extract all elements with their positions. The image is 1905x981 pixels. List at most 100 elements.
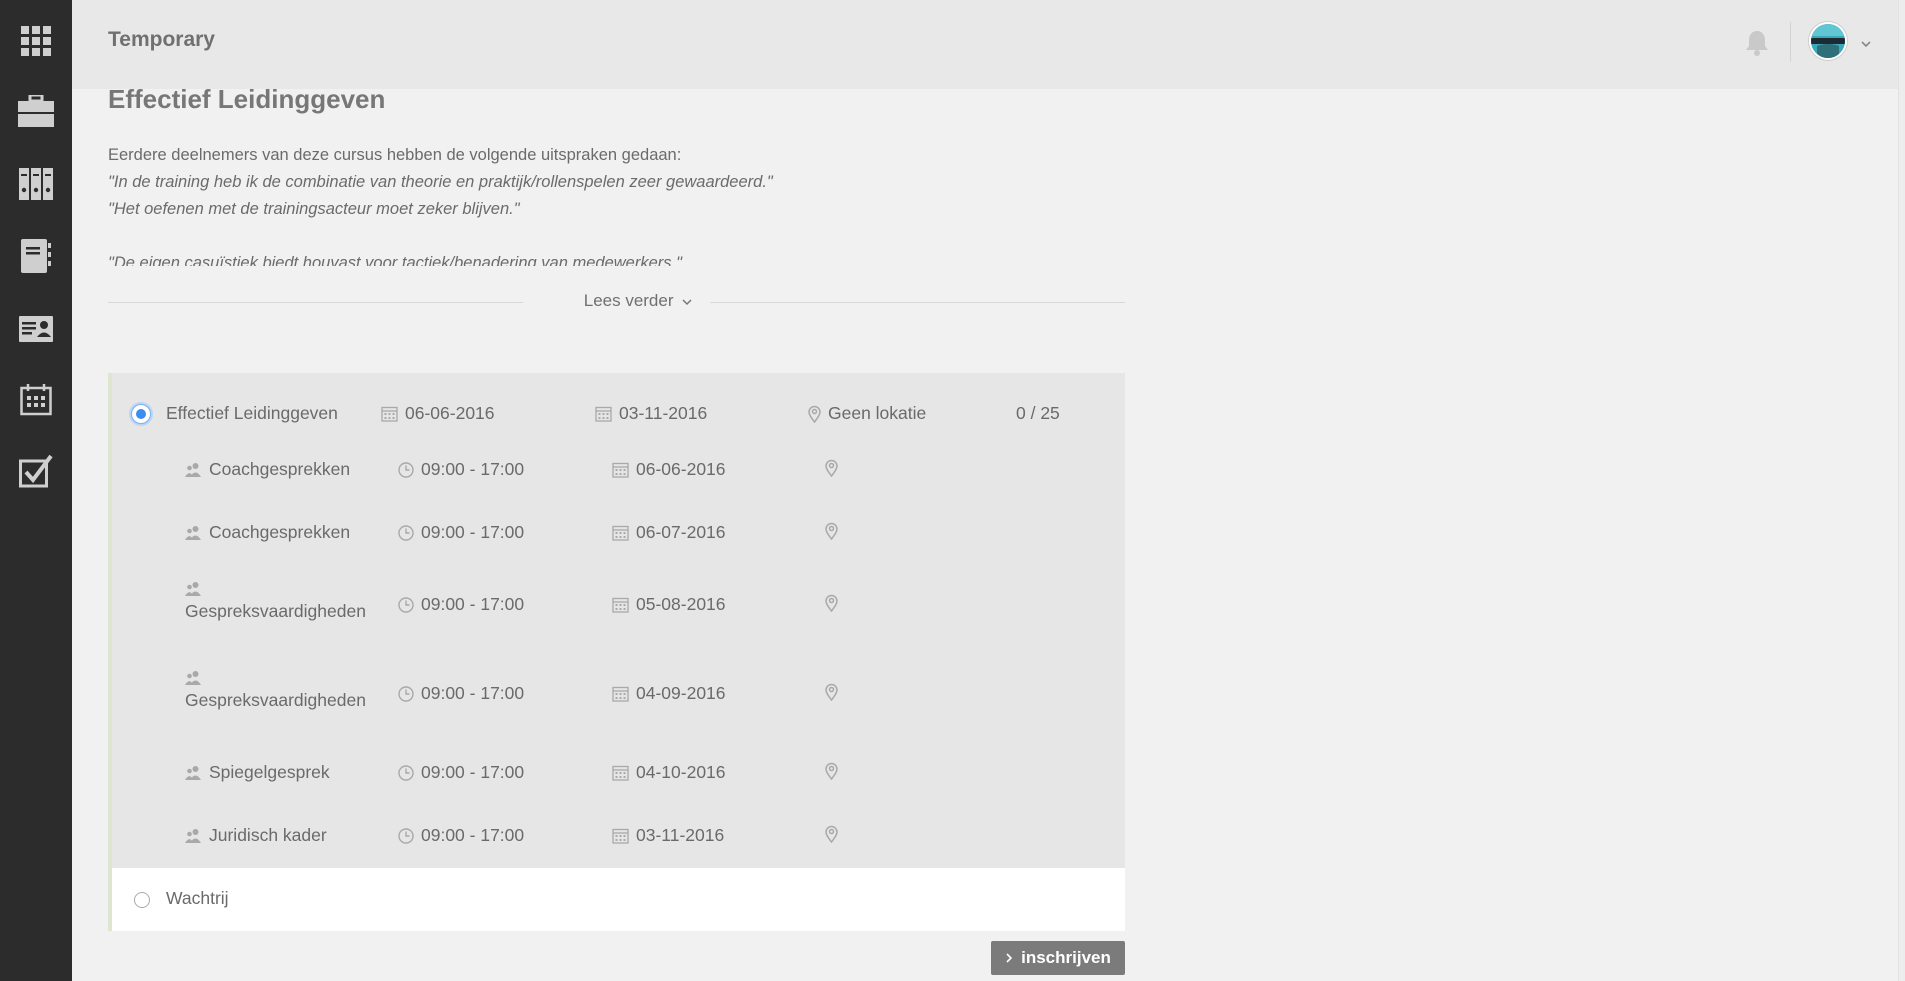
session-date-label: 03-11-2016 (636, 825, 725, 845)
session-date-label: 04-09-2016 (636, 683, 726, 703)
clock-icon (398, 827, 414, 844)
session-time-label: 09:00 - 17:00 (421, 762, 525, 782)
people-icon (185, 828, 201, 843)
session-name: Coachgesprekken (185, 459, 350, 480)
calendar-icon (612, 828, 629, 844)
session-date: 04-10-2016 (612, 762, 726, 783)
location-pin-icon (825, 825, 838, 843)
waitlist-option[interactable]: Wachtrij (108, 868, 1125, 931)
session-time: 09:00 - 17:00 (398, 825, 524, 846)
session-date-label: 06-07-2016 (636, 522, 726, 542)
session-row: Coachgesprekken 09:00 - 17:00 06-06-2016 (112, 453, 1129, 493)
chevron-right-icon (1006, 953, 1013, 963)
session-name: Coachgesprekken (185, 522, 350, 543)
people-icon (185, 765, 201, 780)
clock-icon (398, 596, 414, 613)
session-time: 09:00 - 17:00 (398, 459, 524, 480)
edition-end-date: 03-11-2016 (619, 403, 708, 423)
calendar-icon (612, 462, 629, 478)
enroll-button[interactable]: inschrijven (991, 941, 1125, 975)
bell-icon[interactable] (1742, 28, 1772, 58)
session-date: 06-07-2016 (612, 522, 726, 543)
calendar-icon (612, 525, 629, 541)
testimonial-quote: "De eigen casuïstiek biedt houvast voor … (108, 254, 682, 266)
binders-icon[interactable] (16, 164, 56, 204)
read-more-link[interactable]: Lees verder (558, 291, 718, 311)
sidebar (0, 0, 72, 981)
waitlist-label: Wachtrij (166, 888, 229, 908)
contact-card-icon[interactable] (16, 309, 56, 349)
calendar-icon (612, 765, 629, 781)
location-pin-icon (825, 459, 838, 477)
edition-capacity: 0 / 25 (1016, 403, 1060, 423)
briefcase-icon[interactable] (16, 91, 56, 131)
read-more-label: Lees verder (583, 291, 674, 310)
people-icon (185, 462, 201, 477)
edition-option: Effectief Leidinggeven 06-06-2016 03-11-… (108, 373, 1125, 868)
session-date: 04-09-2016 (612, 683, 726, 704)
chevron-down-icon (682, 298, 692, 305)
edition-location: Geen lokatie (808, 403, 926, 424)
top-bar: Temporary (72, 0, 1898, 89)
session-name: Gespreksvaardigheden (185, 670, 366, 711)
session-time-label: 09:00 - 17:00 (421, 459, 525, 479)
session-name-label: Gespreksvaardigheden (185, 690, 366, 710)
location-pin-icon (825, 594, 838, 612)
session-date-label: 06-06-2016 (636, 459, 726, 479)
edition-radio[interactable] (131, 404, 151, 424)
session-name: Spiegelgesprek (185, 762, 330, 783)
session-date-label: 04-10-2016 (636, 762, 726, 782)
session-time-label: 09:00 - 17:00 (421, 683, 525, 703)
session-time: 09:00 - 17:00 (398, 594, 524, 615)
scrollbar[interactable] (1898, 0, 1905, 981)
session-name-label: Coachgesprekken (209, 522, 351, 542)
description-intro: Eerdere deelnemers van deze cursus hebbe… (108, 146, 682, 164)
session-row: Coachgesprekken 09:00 - 17:00 06-07-2016 (112, 516, 1129, 556)
testimonial-quote: "Het oefenen met de trainingsacteur moet… (108, 200, 520, 218)
calendar-icon (612, 597, 629, 613)
location-pin-icon (825, 522, 838, 540)
waitlist-radio[interactable] (134, 892, 150, 908)
edition-name: Effectief Leidinggeven (166, 403, 338, 423)
user-avatar[interactable] (1809, 22, 1847, 60)
session-date: 05-08-2016 (612, 594, 726, 615)
session-date: 06-06-2016 (612, 459, 726, 480)
session-date: 03-11-2016 (612, 825, 724, 846)
session-name: Gespreksvaardigheden (185, 581, 366, 622)
checkbox-icon[interactable] (16, 451, 56, 491)
clock-icon (398, 524, 414, 541)
divider-left (108, 302, 523, 303)
session-row: Gespreksvaardigheden 09:00 - 17:00 05-08… (112, 581, 1129, 645)
session-name: Juridisch kader (185, 825, 327, 846)
calendar-icon (595, 406, 612, 422)
session-time-label: 09:00 - 17:00 (421, 522, 525, 542)
session-name-label: Gespreksvaardigheden (185, 601, 366, 621)
calendar-icon[interactable] (16, 380, 56, 420)
enroll-button-label: inschrijven (1021, 948, 1111, 967)
app-title: Temporary (108, 28, 215, 51)
edition-location-label: Geen lokatie (828, 403, 927, 423)
session-time-label: 09:00 - 17:00 (421, 594, 525, 614)
clock-icon (398, 764, 414, 781)
location-pin-icon (825, 762, 838, 780)
location-pin-icon (808, 405, 821, 423)
session-time: 09:00 - 17:00 (398, 762, 524, 783)
notebook-icon[interactable] (16, 236, 56, 276)
session-name-label: Spiegelgesprek (209, 762, 330, 782)
edition-start-date: 06-06-2016 (405, 403, 495, 423)
session-time: 09:00 - 17:00 (398, 683, 524, 704)
testimonial-quote: "In de training heb ik de combinatie van… (108, 173, 773, 191)
people-icon (185, 525, 201, 540)
course-description: Eerdere deelnemers van deze cursus hebbe… (108, 142, 1108, 266)
topbar-divider (1790, 22, 1791, 62)
location-pin-icon (825, 683, 838, 701)
calendar-icon (381, 406, 398, 422)
people-icon (185, 582, 201, 596)
apps-grid-icon[interactable] (16, 21, 56, 61)
session-name-label: Juridisch kader (209, 825, 327, 845)
page-title: Effectief Leidinggeven (108, 84, 386, 114)
session-row: Gespreksvaardigheden 09:00 - 17:00 04-09… (112, 670, 1129, 734)
session-time: 09:00 - 17:00 (398, 522, 524, 543)
edition-row: Effectief Leidinggeven 06-06-2016 03-11-… (112, 399, 1129, 429)
chevron-down-icon[interactable] (1860, 36, 1872, 48)
